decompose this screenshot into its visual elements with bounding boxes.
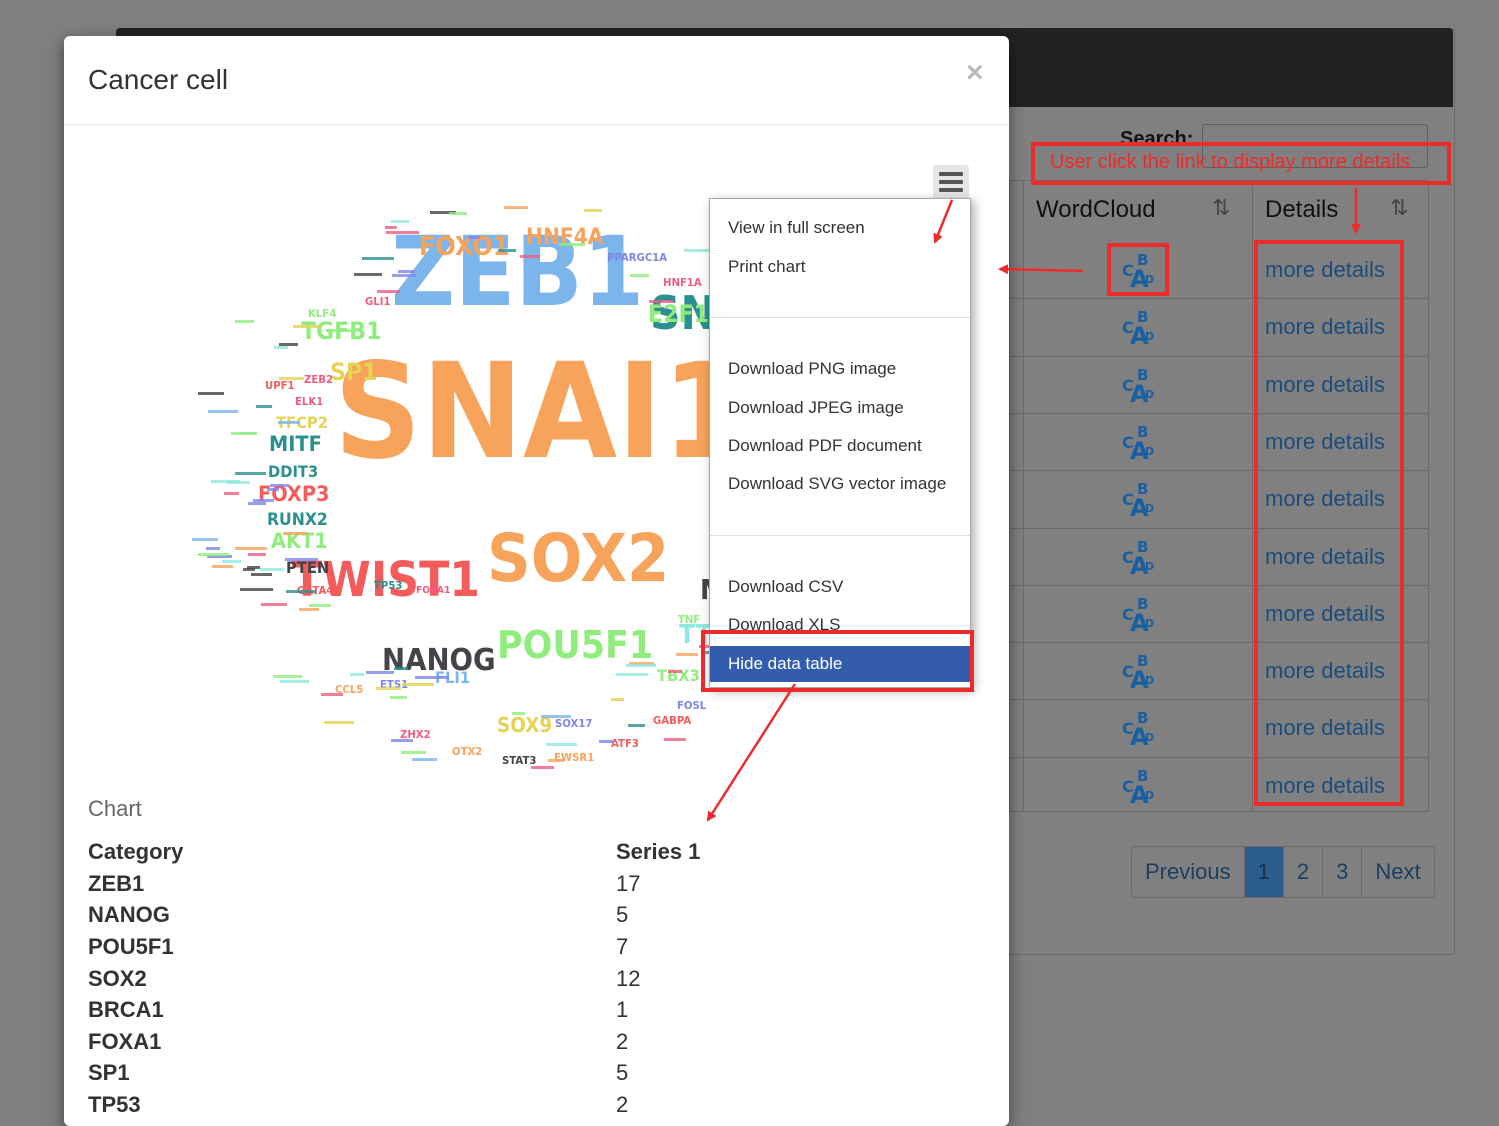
annotation-arrow <box>706 683 797 822</box>
annotation-arrow <box>933 199 954 244</box>
annotation-arrow <box>998 264 1084 275</box>
annotation-arrows <box>706 188 1361 822</box>
